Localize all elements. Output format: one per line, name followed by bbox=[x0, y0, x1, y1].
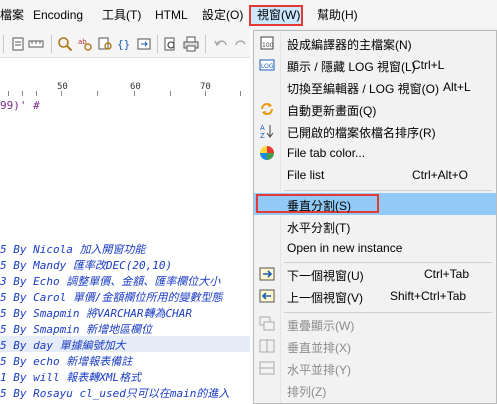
menu-item-arrange[interactable]: 排列(Z) bbox=[254, 379, 496, 401]
ruler-mark: 60 bbox=[130, 82, 141, 92]
toolbar: ab {} bbox=[0, 30, 250, 58]
cascade-icon bbox=[259, 316, 275, 331]
menu-bar: 檔案 Encoding 工具(T) HTML 設定(O) 視窗(W) 幫助(H) bbox=[0, 0, 497, 30]
redo-icon[interactable] bbox=[233, 36, 249, 52]
menu-item-label: 切換至編輯器 / LOG 視窗(O) bbox=[287, 82, 440, 96]
menu-item-open-new-instance[interactable]: Open in new instance bbox=[254, 237, 496, 259]
code-line: 1 By will 報表轉XML格式 bbox=[0, 371, 142, 384]
menu-item-next-window[interactable]: 下一個視窗(U) Ctrl+Tab bbox=[254, 263, 496, 285]
code-line: 5 By Carol 單價/金額欄位所用的變數型態 bbox=[0, 291, 223, 304]
replace-icon[interactable]: ab bbox=[77, 36, 93, 52]
menu-item-prev-window[interactable]: 上一個視窗(V) Shift+Ctrl+Tab bbox=[254, 285, 496, 307]
menu-item-label: 水平並排(Y) bbox=[287, 363, 351, 377]
menu-file[interactable]: 檔案 bbox=[0, 7, 24, 23]
menu-item-label: File tab color... bbox=[287, 146, 366, 160]
menu-window[interactable]: 視窗(W) bbox=[257, 7, 300, 23]
menu-item-label: 垂直並排(X) bbox=[287, 341, 351, 355]
prev-window-icon bbox=[259, 289, 275, 303]
svg-text:{}: {} bbox=[117, 38, 130, 51]
code-line: 5 By Rosayu cl_used只可以在main的進入 bbox=[0, 387, 230, 400]
menu-item-label: 重疊顯示(W) bbox=[287, 319, 355, 333]
menu-item-auto-refresh[interactable]: 自動更新畫面(Q) bbox=[254, 98, 496, 120]
ruler-mark: 50 bbox=[57, 82, 68, 92]
code-line: 5 By Mandy 匯率改DEC(20,10) bbox=[0, 259, 173, 272]
tile-horizontal-icon bbox=[259, 361, 275, 375]
menu-item-label: Open in new instance bbox=[287, 241, 403, 255]
main-file-icon: 100 bbox=[260, 36, 274, 50]
menu-item-tile-vertical[interactable]: 垂直並排(X) bbox=[254, 335, 496, 357]
menu-item-set-main-file[interactable]: 100 設成編譯器的主檔案(N) bbox=[254, 32, 496, 54]
menu-item-tile-horizontal[interactable]: 水平並排(Y) bbox=[254, 357, 496, 379]
menu-item-label: 已開啟的檔案依檔名排序(R) bbox=[287, 126, 436, 140]
code-line: 3 By Echo 調整單價、金額、匯率欄位大小 bbox=[0, 275, 221, 288]
print-preview-icon[interactable] bbox=[162, 36, 178, 52]
menu-item-file-tab-color[interactable]: File tab color... bbox=[254, 142, 496, 164]
menu-item-split-horizontal[interactable]: 水平分割(T) bbox=[254, 215, 496, 237]
menu-item-label: 自動更新畫面(Q) bbox=[287, 104, 377, 118]
undo-icon[interactable] bbox=[213, 36, 229, 52]
code-line: 5 By Smapmin 新增地區欄位 bbox=[0, 323, 153, 336]
sort-az-icon: AZ bbox=[260, 124, 274, 139]
code-line: 5 By echo 新增報表備註 bbox=[0, 355, 133, 368]
menu-item-shortcut: Shift+Ctrl+Tab bbox=[390, 289, 467, 303]
menu-item-label: 設成編譯器的主檔案(N) bbox=[287, 38, 412, 52]
menu-item-cascade[interactable]: 重疊顯示(W) bbox=[254, 313, 496, 335]
menu-item-shortcut: Alt+L bbox=[443, 80, 471, 94]
next-window-icon bbox=[259, 267, 275, 281]
log-window-icon: LOG bbox=[259, 59, 275, 71]
tile-vertical-icon bbox=[259, 339, 275, 353]
ruler-icon[interactable] bbox=[28, 36, 44, 52]
menu-item-label: 水平分割(T) bbox=[287, 221, 351, 235]
svg-text:A: A bbox=[260, 124, 265, 132]
menu-item-label: 排列(Z) bbox=[287, 385, 327, 399]
toolbar-separator bbox=[205, 35, 206, 53]
svg-text:LOG: LOG bbox=[261, 63, 274, 70]
menu-item-switch-editor-log[interactable]: 切換至編輯器 / LOG 視窗(O) Alt+L bbox=[254, 76, 496, 98]
menu-item-toggle-log[interactable]: LOG 顯示 / 隱藏 LOG 視窗(L) Ctrl+L bbox=[254, 54, 496, 76]
auto-refresh-icon bbox=[261, 103, 273, 115]
search-icon[interactable] bbox=[57, 36, 73, 52]
menu-html[interactable]: HTML bbox=[155, 7, 188, 23]
goto-icon[interactable] bbox=[136, 36, 152, 52]
menu-item-label: 下一個視窗(U) bbox=[287, 269, 364, 283]
code-line: 99)' # bbox=[0, 99, 40, 112]
editor-area[interactable]: 99)' # 5 By Nicola 加入開窗功能 5 By Mandy 匯率改… bbox=[0, 96, 250, 404]
menu-tools[interactable]: 工具(T) bbox=[102, 7, 141, 23]
svg-text:Z: Z bbox=[260, 132, 265, 139]
toolbar-separator bbox=[51, 35, 52, 53]
svg-text:100: 100 bbox=[262, 42, 274, 49]
menu-item-file-list[interactable]: File list Ctrl+Alt+O bbox=[254, 164, 496, 186]
window-menu-dropdown: 100 設成編譯器的主檔案(N) LOG 顯示 / 隱藏 LOG 視窗(L) C… bbox=[253, 30, 497, 404]
color-wheel-icon bbox=[260, 146, 274, 160]
menu-item-sort-files[interactable]: AZ 已開啟的檔案依檔名排序(R) bbox=[254, 120, 496, 142]
code-line: 5 By day 單據編號加大 bbox=[0, 339, 126, 352]
menu-help[interactable]: 幫助(H) bbox=[317, 7, 358, 23]
print-icon[interactable] bbox=[183, 36, 199, 52]
menu-item-label: 顯示 / 隱藏 LOG 視窗(L) bbox=[287, 60, 416, 74]
menu-item-label: 垂直分割(S) bbox=[287, 199, 351, 213]
menu-separator bbox=[284, 190, 492, 191]
toolbar-separator bbox=[157, 35, 158, 53]
code-line: 5 By Smapmin 將VARCHAR轉為CHAR bbox=[0, 307, 192, 320]
find-in-files-icon[interactable] bbox=[97, 36, 113, 52]
menu-item-shortcut: Ctrl+Tab bbox=[424, 267, 470, 281]
menu-item-shortcut: Ctrl+L bbox=[412, 58, 445, 72]
menu-item-split-vertical[interactable]: 垂直分割(S) bbox=[254, 193, 496, 215]
menu-item-shortcut: Ctrl+Alt+O bbox=[412, 168, 469, 182]
document-icon[interactable] bbox=[10, 36, 26, 52]
column-ruler: 50 60 70 bbox=[0, 58, 250, 96]
menu-encoding[interactable]: Encoding bbox=[33, 7, 83, 23]
menu-item-label: 上一個視窗(V) bbox=[287, 291, 363, 305]
menu-item-label: File list bbox=[287, 168, 325, 182]
menu-settings[interactable]: 設定(O) bbox=[202, 7, 243, 23]
code-line: 5 By Nicola 加入開窗功能 bbox=[0, 243, 146, 256]
braces-icon[interactable]: {} bbox=[116, 36, 132, 52]
toolbar-separator bbox=[3, 35, 4, 53]
